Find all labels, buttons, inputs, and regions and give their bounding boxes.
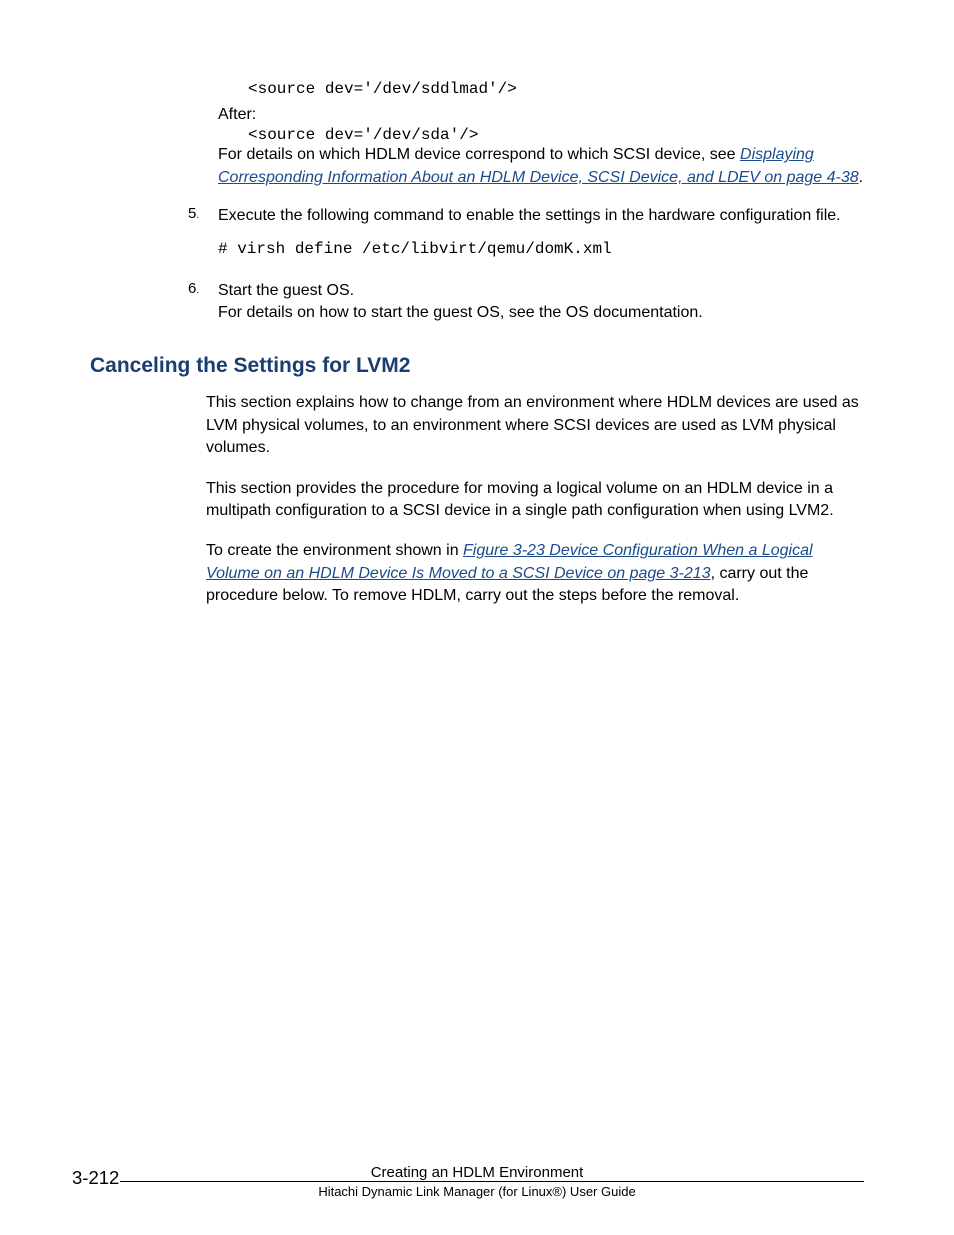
step4-continuation: For details on which HDLM device corresp… bbox=[218, 144, 864, 189]
paragraph-3: To create the environment shown in Figur… bbox=[206, 540, 864, 607]
step-6: 6. Start the guest OS. For details on ho… bbox=[188, 280, 864, 325]
code-block-after: <source dev='/dev/sda'/> bbox=[248, 126, 864, 144]
step4-tail-pre: For details on which HDLM device corresp… bbox=[218, 146, 740, 163]
step-5-code: # virsh define /etc/libvirt/qemu/domK.xm… bbox=[218, 240, 864, 258]
step-5-text: Execute the following command to enable … bbox=[218, 205, 864, 227]
step-5: 5. Execute the following command to enab… bbox=[188, 205, 864, 227]
step-6-line1: Start the guest OS. bbox=[218, 280, 864, 302]
section-heading: Canceling the Settings for LVM2 bbox=[90, 354, 864, 378]
step-6-body: Start the guest OS. For details on how t… bbox=[218, 280, 864, 325]
step4-tail-post: . bbox=[859, 169, 863, 186]
footer-rule bbox=[120, 1181, 864, 1182]
document-page: <source dev='/dev/sddlmad'/> After: <sou… bbox=[0, 0, 954, 1235]
footer-guide-title: Hitachi Dynamic Link Manager (for Linux®… bbox=[0, 1184, 954, 1199]
page-footer: Creating an HDLM Environment Hitachi Dyn… bbox=[0, 1164, 954, 1199]
footer-chapter-title: Creating an HDLM Environment bbox=[0, 1164, 954, 1181]
step-5-number: 5. bbox=[188, 205, 218, 227]
step-6-number: 6. bbox=[188, 280, 218, 325]
step-6-line2: For details on how to start the guest OS… bbox=[218, 302, 864, 324]
p3-pre: To create the environment shown in bbox=[206, 542, 463, 559]
paragraph-2: This section provides the procedure for … bbox=[206, 478, 864, 523]
code-block-before: <source dev='/dev/sddlmad'/> bbox=[248, 80, 864, 98]
paragraph-1: This section explains how to change from… bbox=[206, 392, 864, 459]
after-label: After: bbox=[218, 104, 864, 126]
